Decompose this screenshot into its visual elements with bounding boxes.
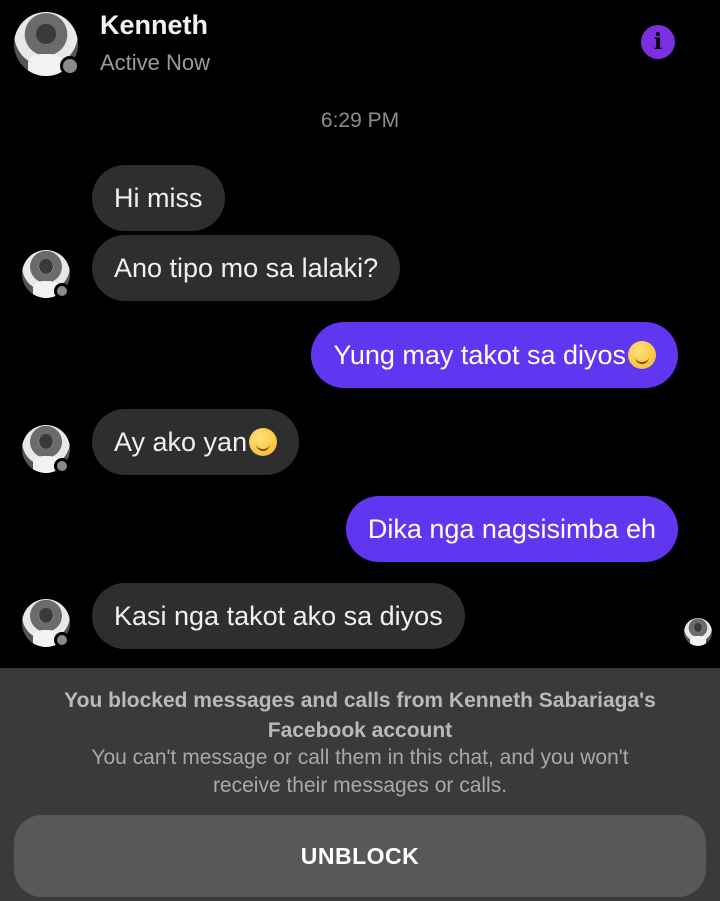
message-text: Dika nga nagsisimba eh (367, 514, 656, 544)
outgoing-message[interactable]: Dika nga nagsisimba eh (345, 496, 678, 562)
outgoing-message[interactable]: Yung may takot sa diyos (311, 322, 678, 388)
incoming-message[interactable]: Ano tipo mo sa lalaki? (92, 235, 401, 301)
message-text: Kasi nga takot ako sa diyos (114, 601, 443, 631)
incoming-message[interactable]: Kasi nga takot ako sa diyos (92, 583, 465, 649)
read-receipt-avatar (684, 618, 712, 646)
incoming-message[interactable]: Ay ako yan (92, 409, 300, 475)
blocked-subtitle-line: You can't message or call them in this c… (91, 746, 629, 769)
info-icon[interactable]: i (641, 25, 675, 59)
blocked-title-line: You blocked messages and calls from Kenn… (64, 689, 656, 712)
presence-dot (60, 56, 80, 76)
smiling-face-emoji-icon (249, 428, 278, 456)
message-timestamp: 6:29 PM (320, 109, 400, 132)
blocked-title-line: Facebook account (267, 719, 453, 742)
presence-dot (54, 632, 70, 648)
message-text: Yung may takot sa diyos (333, 340, 626, 370)
blocked-subtitle-line: receive their messages or calls. (212, 774, 508, 797)
blocked-notice-title: You blocked messages and calls from Kenn… (0, 686, 720, 746)
blocked-notice-subtitle: You can't message or call them in this c… (0, 744, 720, 800)
message-text: Ay ako yan (114, 427, 248, 457)
incoming-message[interactable]: Hi miss (92, 165, 225, 231)
contact-name[interactable]: Kenneth (100, 10, 208, 41)
message-text: Ano tipo mo sa lalaki? (114, 253, 379, 283)
presence-dot (54, 458, 70, 474)
smiling-face-with-halo-emoji-icon (628, 341, 656, 369)
blocked-notice-panel: You blocked messages and calls from Kenn… (0, 668, 720, 901)
chat-header: Kenneth Active Now i (0, 0, 720, 100)
message-text: Hi miss (114, 183, 203, 213)
active-status: Active Now (100, 50, 211, 75)
unblock-button[interactable]: UNBLOCK (14, 815, 706, 897)
presence-dot (54, 283, 70, 299)
